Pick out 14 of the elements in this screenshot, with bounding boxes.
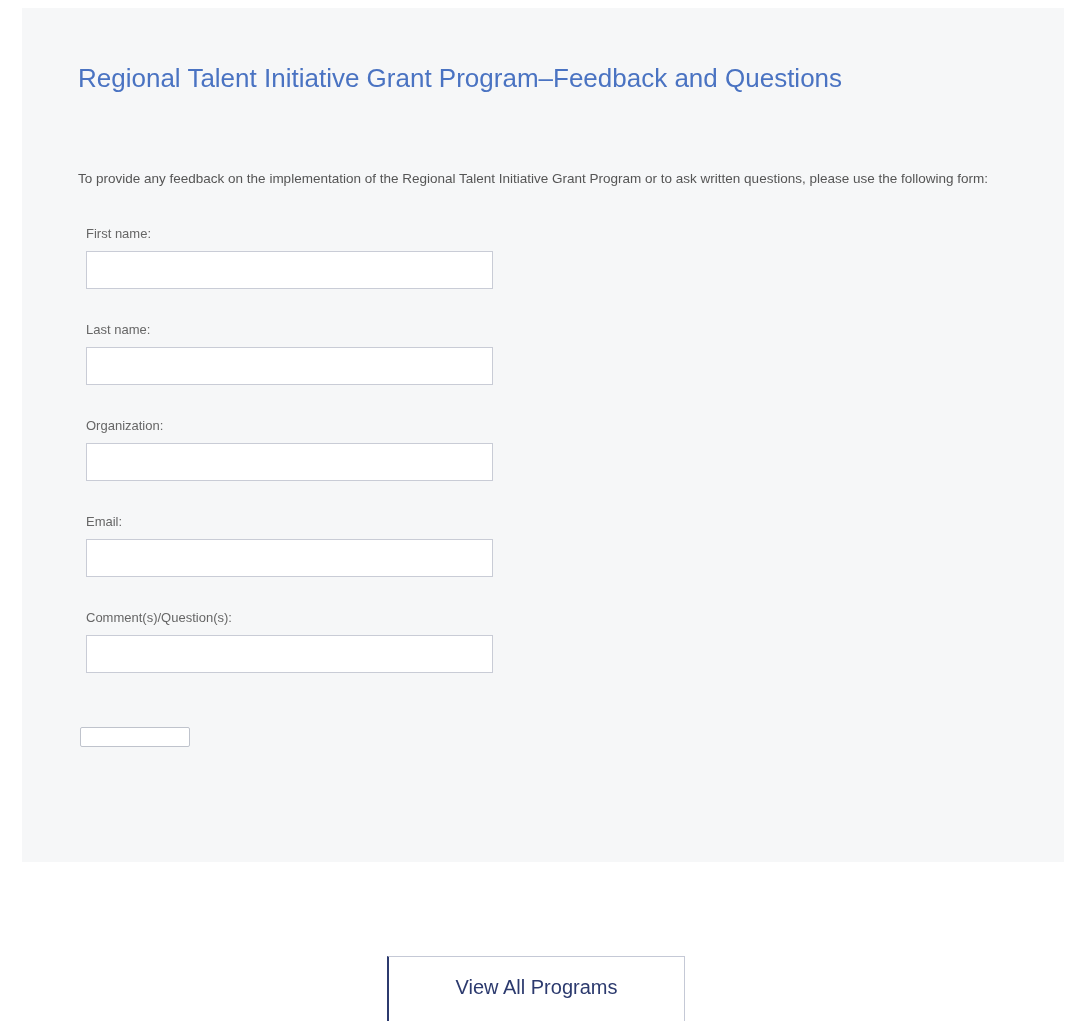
input-field[interactable]: [86, 635, 493, 673]
form-title: Regional Talent Initiative Grant Program–Feedback and Questions: [78, 62, 844, 95]
clipped-button[interactable]: [80, 727, 190, 747]
field-label: Organization:: [86, 418, 165, 434]
intro-text: To provide any feedback on the implementation of the Regional Talent Initiative Grant Program or to ask written questions, please use the following form:: [78, 170, 989, 188]
input-field[interactable]: [86, 251, 493, 289]
input-field[interactable]: [86, 539, 493, 577]
input-field[interactable]: [86, 347, 493, 385]
field-label: Last name:: [86, 322, 152, 338]
field-label: Comment(s)/Question(s):: [86, 610, 233, 626]
field-label: First name:: [86, 226, 152, 242]
view-all-programs-button[interactable]: View All Programs: [387, 956, 685, 1021]
input-field[interactable]: [86, 443, 493, 481]
field-label: Email:: [86, 514, 124, 530]
